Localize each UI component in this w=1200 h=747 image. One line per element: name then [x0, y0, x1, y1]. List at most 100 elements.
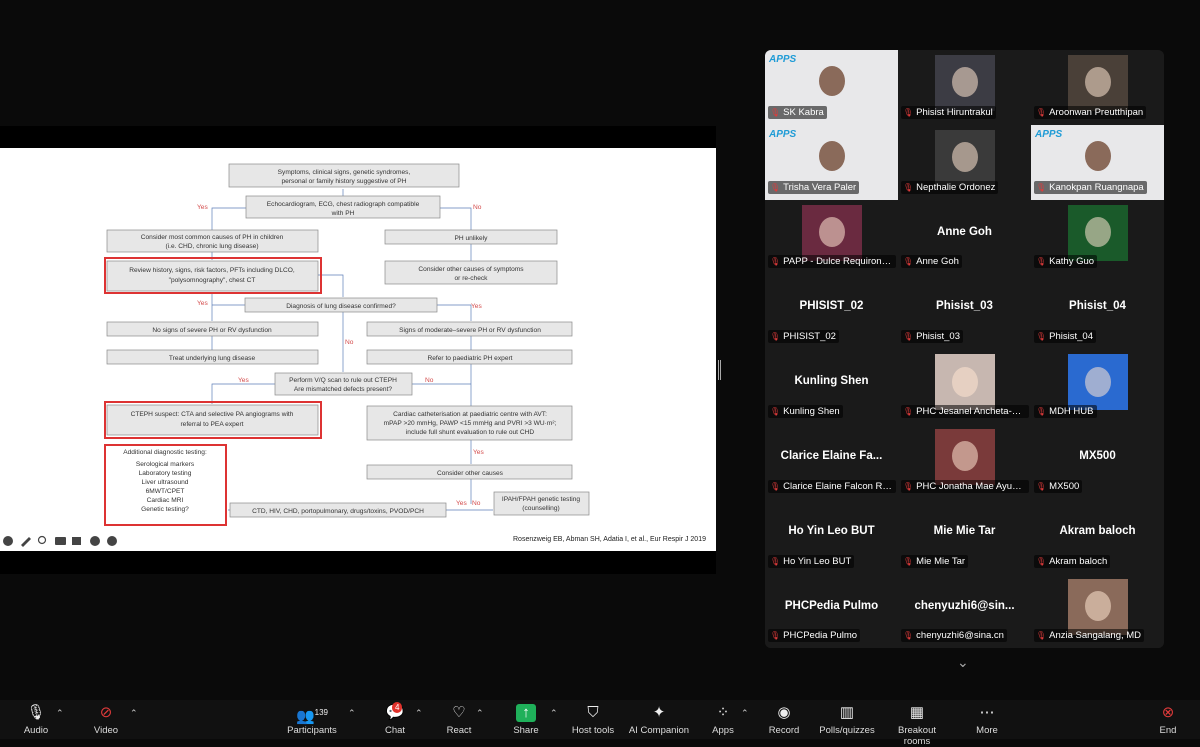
participant-tile[interactable]: 🎙 Anzia Sangalang, MD: [1031, 573, 1164, 648]
participant-name-text: SK Kabra: [783, 106, 824, 118]
svg-text:Refer to paediatric PH expert: Refer to paediatric PH expert: [427, 355, 512, 362]
participant-tile[interactable]: Anne Goh 🎙 Anne Goh: [898, 199, 1031, 275]
pen-icon[interactable]: [21, 537, 31, 547]
chat-icon: 💬4: [378, 702, 412, 722]
participants-button[interactable]: 👥139 Participants: [284, 704, 340, 736]
participant-tile[interactable]: Akram baloch 🎙 Akram baloch: [1031, 498, 1164, 574]
participant-tile[interactable]: 🎙PHC Jesanel Ancheta-Marcelino: [898, 349, 1031, 424]
meeting-stage: Yes No Yes Yes No Yes No Yes Yes No Symp…: [0, 0, 1200, 700]
participant-tile[interactable]: PHISIST_02 🎙 PHISIST_02: [765, 274, 898, 350]
slide-controls[interactable]: [3, 535, 117, 547]
participant-avatar: [935, 354, 995, 411]
host-tools-button[interactable]: ⛉ Host tools: [570, 704, 616, 736]
participant-name-text: Nepthalie Ordonez: [916, 181, 996, 193]
captions-icon[interactable]: [55, 537, 66, 545]
prev-slide-icon[interactable]: [3, 536, 13, 546]
meeting-toolbar: 🎙Audio ⌃ ⊘Video ⌃ 👥139Participants ⌃ 💬4C…: [0, 700, 1200, 747]
flow-box-consider-other: Consider other causes of symptoms or re-…: [384, 260, 558, 285]
participant-tile[interactable]: 🎙 Phisist Hiruntrakul: [898, 50, 1031, 125]
svg-text:CTD, HIV, CHD, portopulmonary,: CTD, HIV, CHD, portopulmonary, drugs/tox…: [252, 508, 424, 515]
connector-line: [211, 292, 245, 321]
participant-tile[interactable]: 🎙 Kathy Guo: [1031, 199, 1164, 275]
more-icon[interactable]: [90, 536, 100, 546]
flow-box-no-signs: No signs of severe PH or RV dysfunction: [106, 321, 319, 337]
polls-button[interactable]: ▥ Polls/quizzes: [818, 704, 876, 736]
microphone-icon: 🎙: [26, 704, 46, 721]
participant-display-name: MX500: [1079, 450, 1116, 462]
participant-display-name: Akram baloch: [1059, 524, 1136, 537]
participant-tile[interactable]: Kunling Shen 🎙 Kunling Shen: [765, 349, 898, 424]
audio-options-chevron-icon[interactable]: ⌃: [56, 708, 64, 719]
chat-options-chevron-icon[interactable]: ⌃: [415, 708, 423, 719]
participant-tile[interactable]: Mie Mie Tar 🎙 Mie Mie Tar: [898, 498, 1031, 574]
connector-line: [440, 207, 472, 230]
split-divider-handle[interactable]: [718, 360, 721, 380]
participant-tile[interactable]: 🎙PAPP - Dulce Requiron-Syjuco: [765, 199, 898, 275]
participant-tile[interactable]: Clarice Elaine Fa... 🎙 Clarice Elaine Falc…: [765, 424, 898, 499]
gallery-scroll-down-icon[interactable]: ⌄: [957, 654, 969, 671]
audio-button[interactable]: 🎙 Audio: [18, 704, 54, 736]
participant-name-text: PHC Jesanel Ancheta-Marcelino: [916, 405, 1029, 417]
participant-avatar: [1068, 354, 1128, 411]
person-silhouette-icon: [952, 441, 978, 472]
chat-button[interactable]: 💬4Chat: [378, 702, 412, 736]
participant-tile[interactable]: Phisist_04 🎙 Phisist_04: [1031, 274, 1164, 350]
video-button[interactable]: ⊘ Video: [88, 704, 124, 736]
muted-mic-icon: 🎙: [770, 481, 781, 491]
muted-mic-icon: 🎙: [1036, 481, 1047, 491]
participant-tile[interactable]: 🎙 Nepthalie Ordonez: [898, 124, 1031, 200]
end-icon: ⊗: [1161, 704, 1175, 721]
more-button[interactable]: ⋯ More: [970, 704, 1004, 736]
breakout-rooms-button[interactable]: ▦ Breakout rooms: [884, 704, 950, 747]
participant-name-text: MX500: [1049, 480, 1080, 492]
svg-text:Treat underlying lung disease: Treat underlying lung disease: [169, 355, 256, 362]
svg-text:"polysomnography", chest CT: "polysomnography", chest CT: [169, 277, 256, 284]
pediatric-ph-flowchart: Yes No Yes Yes No Yes No Yes Yes No Symp…: [3, 163, 706, 547]
participant-tile[interactable]: Phisist_03 🎙 Phisist_03: [898, 274, 1031, 350]
participant-name-text: Ho Yin Leo BUT: [783, 555, 852, 567]
no-label: No: [473, 204, 482, 211]
zoom-icon[interactable]: [37, 535, 47, 545]
flow-box-treat: Treat underlying lung disease: [106, 349, 319, 365]
more-dots-icon: ⋯: [979, 704, 995, 721]
participant-tile[interactable]: Ho Yin Leo BUT 🎙 Ho Yin Leo BUT: [765, 498, 898, 574]
participant-tile[interactable]: APPS 🎙 Kanokpan Ruangnapa: [1031, 124, 1164, 200]
apps-options-chevron-icon[interactable]: ⌃: [741, 708, 749, 719]
participant-tile[interactable]: 🎙 MDH HUB: [1031, 349, 1164, 424]
camera-icon[interactable]: [72, 537, 81, 545]
participant-name-label: 🎙 Ho Yin Leo BUT: [768, 554, 855, 568]
participant-name-label: 🎙 Trisha Vera Paler: [768, 180, 860, 194]
muted-mic-icon: 🎙: [1036, 332, 1047, 342]
apps-button[interactable]: ⁘ Apps: [706, 704, 740, 736]
participant-tile[interactable]: chenyuzhi6@sin... 🎙 chenyuzhi6@sina.cn: [898, 573, 1031, 648]
participant-tile[interactable]: 🎙 Aroonwan Preutthipan: [1031, 50, 1164, 125]
participant-tile[interactable]: APPS 🎙 SK Kabra: [765, 50, 898, 125]
participant-tile[interactable]: PHCPedia Pulmo 🎙 PHCPedia Pulmo: [765, 573, 898, 648]
apps-icon: ⁘: [716, 704, 730, 721]
participants-options-chevron-icon[interactable]: ⌃: [348, 708, 356, 719]
end-meeting-button[interactable]: ⊗ End: [1154, 704, 1182, 736]
participant-name-label: 🎙 Mie Mie Tar: [901, 554, 969, 568]
participant-tile[interactable]: APPS 🎙 Trisha Vera Paler: [765, 124, 898, 200]
share-options-chevron-icon[interactable]: ⌃: [550, 708, 558, 719]
participant-tile[interactable]: 🎙 PHC Jonatha Mae Ayuntiong: [898, 424, 1031, 499]
participant-name-text: Phisist_03: [916, 331, 960, 343]
participant-name-label: 🎙 Kanokpan Ruangnapa: [1034, 180, 1147, 194]
muted-mic-icon: 🎙: [903, 182, 914, 192]
svg-text:mPAP >20 mmHg, PAWP <15 mmHg a: mPAP >20 mmHg, PAWP <15 mmHg and PVRI >3…: [384, 420, 557, 427]
react-options-chevron-icon[interactable]: ⌃: [476, 708, 484, 719]
next-slide-icon[interactable]: [107, 536, 117, 546]
participant-name-text: Anzia Sangalang, MD: [1049, 630, 1142, 642]
svg-text:Laboratory testing: Laboratory testing: [139, 470, 192, 477]
record-icon: ◉: [777, 704, 791, 721]
svg-text:Consider other causes of sympt: Consider other causes of symptoms: [418, 266, 524, 273]
ai-companion-button[interactable]: ✦ AI Companion: [628, 704, 690, 736]
share-button[interactable]: ↑ Share: [508, 704, 544, 736]
participant-avatar: [935, 429, 995, 485]
video-options-chevron-icon[interactable]: ⌃: [130, 708, 138, 719]
record-button[interactable]: ◉ Record: [766, 704, 802, 736]
participant-gallery: APPS 🎙 SK Kabra 🎙 Phisist Hiruntrakul 🎙 Aroonw…: [765, 50, 1164, 648]
participant-display-name: chenyuzhi6@sin...: [914, 599, 1015, 612]
react-button[interactable]: ♡ React: [442, 704, 476, 736]
participant-tile[interactable]: MX500 🎙 MX500: [1031, 424, 1164, 499]
